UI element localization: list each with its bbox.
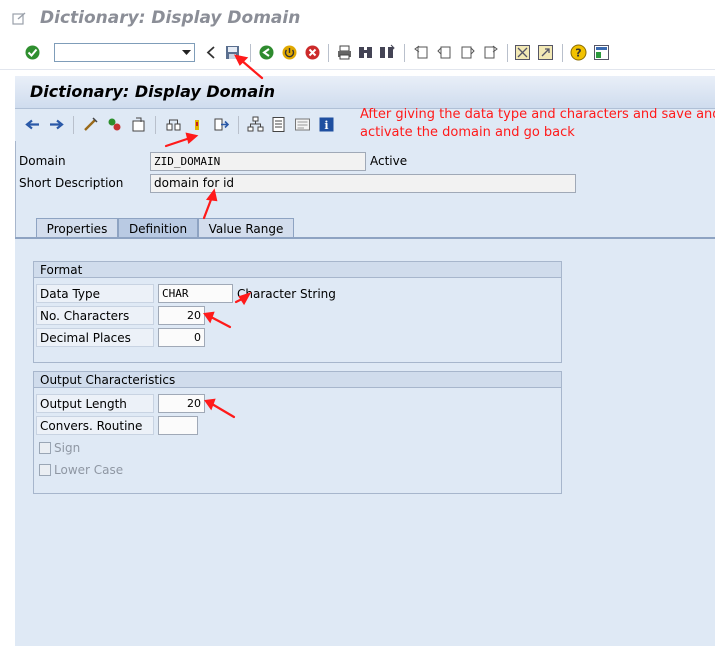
toolbar-separator xyxy=(328,44,329,62)
domain-label: Domain xyxy=(19,154,66,168)
no-characters-label: No. Characters xyxy=(36,306,154,325)
tab-properties[interactable]: Properties xyxy=(36,218,118,238)
annotation-line-2: activate the domain and go back xyxy=(360,125,575,140)
toolbar-separator xyxy=(404,44,405,62)
back-icon[interactable] xyxy=(258,44,275,61)
navigate-icon[interactable] xyxy=(213,116,230,133)
decimal-places-field[interactable]: 0 xyxy=(158,328,205,347)
last-page-icon[interactable] xyxy=(482,44,499,61)
forward-arrow-icon[interactable] xyxy=(48,116,65,133)
where-used-icon[interactable] xyxy=(191,118,203,132)
conversion-routine-field[interactable] xyxy=(158,416,198,435)
tab-value-range[interactable]: Value Range xyxy=(198,218,294,238)
documentation-icon[interactable] xyxy=(294,116,311,133)
conversion-routine-label: Convers. Routine xyxy=(36,416,154,435)
other-object-icon[interactable] xyxy=(106,116,123,133)
shortcut-icon[interactable] xyxy=(537,44,554,61)
command-field[interactable] xyxy=(54,43,195,62)
sign-checkbox[interactable] xyxy=(39,442,51,454)
toolbar-separator xyxy=(155,116,156,134)
svg-text:i: i xyxy=(324,119,328,132)
previous-page-icon[interactable] xyxy=(436,44,453,61)
command-dropdown-button[interactable] xyxy=(178,44,194,61)
output-length-field[interactable]: 20 xyxy=(158,394,205,413)
find-next-icon[interactable] xyxy=(378,44,395,61)
domain-field[interactable]: ZID_DOMAIN xyxy=(150,152,366,171)
data-type-field[interactable]: CHAR xyxy=(158,284,233,303)
toolbar-separator xyxy=(562,44,563,62)
back-arrow-icon[interactable] xyxy=(203,44,220,61)
back-arrow-icon[interactable] xyxy=(24,116,41,133)
toolbar-separator xyxy=(507,44,508,62)
output-characteristics-title: Output Characteristics xyxy=(34,372,561,388)
next-page-icon[interactable] xyxy=(459,44,476,61)
no-characters-field[interactable]: 20 xyxy=(158,306,205,325)
layout-menu-icon[interactable] xyxy=(593,44,610,61)
svg-text:?: ? xyxy=(575,47,581,60)
toolbar-separator xyxy=(73,116,74,134)
chevron-down-icon xyxy=(181,49,191,55)
toolbar-separator xyxy=(238,116,239,134)
create-session-icon[interactable] xyxy=(514,44,531,61)
data-type-label: Data Type xyxy=(36,284,154,303)
domain-status: Active xyxy=(370,154,408,168)
enter-checkmark-icon[interactable] xyxy=(24,44,41,61)
information-icon[interactable]: i xyxy=(318,116,335,133)
cancel-icon[interactable] xyxy=(304,44,321,61)
short-description-label: Short Description xyxy=(19,176,124,190)
hierarchy-icon[interactable] xyxy=(247,116,264,133)
window-title: Dictionary: Display Domain xyxy=(40,8,301,28)
help-icon[interactable]: ? xyxy=(570,44,587,61)
tab-definition[interactable]: Definition xyxy=(118,218,198,238)
format-group-title: Format xyxy=(34,262,561,278)
print-icon[interactable] xyxy=(336,44,353,61)
output-length-label: Output Length xyxy=(36,394,154,413)
find-icon[interactable] xyxy=(357,44,374,61)
exit-icon[interactable] xyxy=(281,44,298,61)
check-icon[interactable] xyxy=(130,116,147,133)
command-input[interactable] xyxy=(57,45,175,60)
display-change-icon[interactable] xyxy=(82,116,99,133)
lower-case-checkbox[interactable] xyxy=(39,464,51,476)
print-list-icon[interactable] xyxy=(270,116,287,133)
window-menu-icon[interactable] xyxy=(12,12,26,26)
save-icon[interactable] xyxy=(224,44,241,61)
activate-icon[interactable] xyxy=(165,116,182,133)
screen-title: Dictionary: Display Domain xyxy=(30,82,275,101)
data-type-description: Character String xyxy=(237,287,336,301)
lower-case-label: Lower Case xyxy=(54,463,124,477)
sign-label: Sign xyxy=(54,441,81,455)
short-description-field[interactable]: domain for id xyxy=(150,174,576,193)
first-page-icon[interactable] xyxy=(413,44,430,61)
annotation-line-1: After giving the data type and character… xyxy=(360,107,715,122)
toolbar-separator xyxy=(250,44,251,62)
decimal-places-label: Decimal Places xyxy=(36,328,154,347)
title-bar: Dictionary: Display Domain xyxy=(0,0,715,38)
screen-header: Dictionary: Display Domain xyxy=(15,76,715,109)
